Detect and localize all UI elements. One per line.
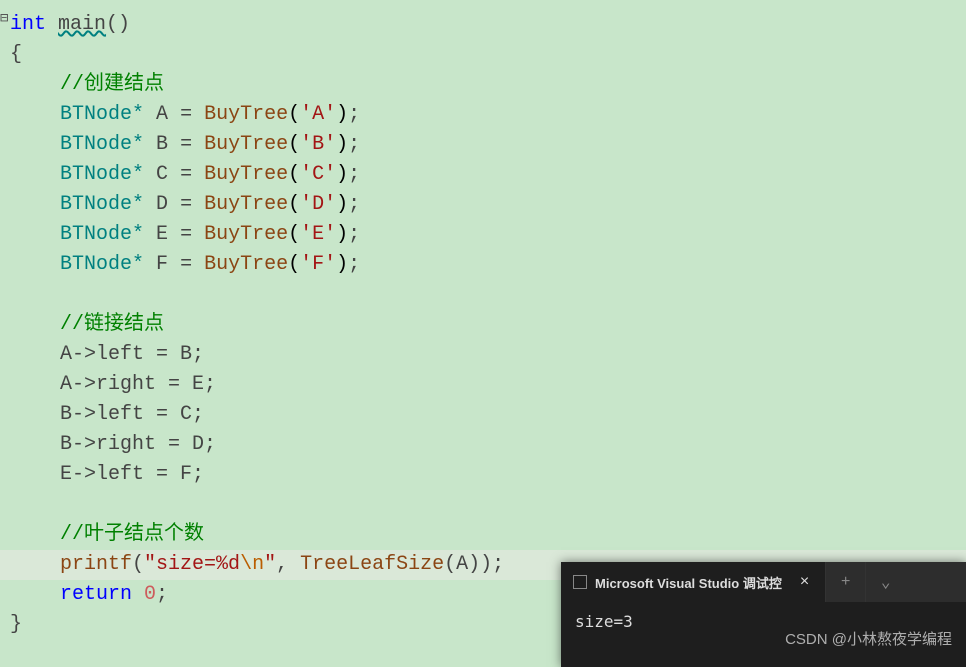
code-line: BTNode* B = BuyTree('B'); [0,130,966,160]
terminal-icon [573,575,587,589]
code-editor[interactable]: int main() { //创建结点 BTNode* A = BuyTree(… [0,0,966,650]
blank-line [0,490,966,520]
code-line: BTNode* A = BuyTree('A'); [0,100,966,130]
code-line: BTNode* E = BuyTree('E'); [0,220,966,250]
blank-line [0,280,966,310]
code-line: //叶子结点个数 [0,520,966,550]
code-line: A->right = E; [0,370,966,400]
code-line: B->left = C; [0,400,966,430]
output-line: size=3 [575,612,633,631]
code-line: //链接结点 [0,310,966,340]
close-icon[interactable]: × [796,573,813,591]
console-tabbar: Microsoft Visual Studio 调试控 × + ⌄ [561,562,966,602]
debug-console: Microsoft Visual Studio 调试控 × + ⌄ size=3 [561,562,966,667]
code-line: BTNode* D = BuyTree('D'); [0,190,966,220]
collapse-icon[interactable]: ⊟ [0,10,8,27]
code-line: int main() [0,10,966,40]
code-line: BTNode* F = BuyTree('F'); [0,250,966,280]
new-tab-button[interactable]: + [825,562,865,602]
tab-dropdown-button[interactable]: ⌄ [865,562,905,602]
console-tab-title: Microsoft Visual Studio 调试控 [595,573,782,592]
code-line: E->left = F; [0,460,966,490]
code-line: B->right = D; [0,430,966,460]
code-line: { [0,40,966,70]
console-tab[interactable]: Microsoft Visual Studio 调试控 × [561,562,825,602]
code-line: A->left = B; [0,340,966,370]
console-output: size=3 [561,602,966,667]
code-line: BTNode* C = BuyTree('C'); [0,160,966,190]
code-line: //创建结点 [0,70,966,100]
